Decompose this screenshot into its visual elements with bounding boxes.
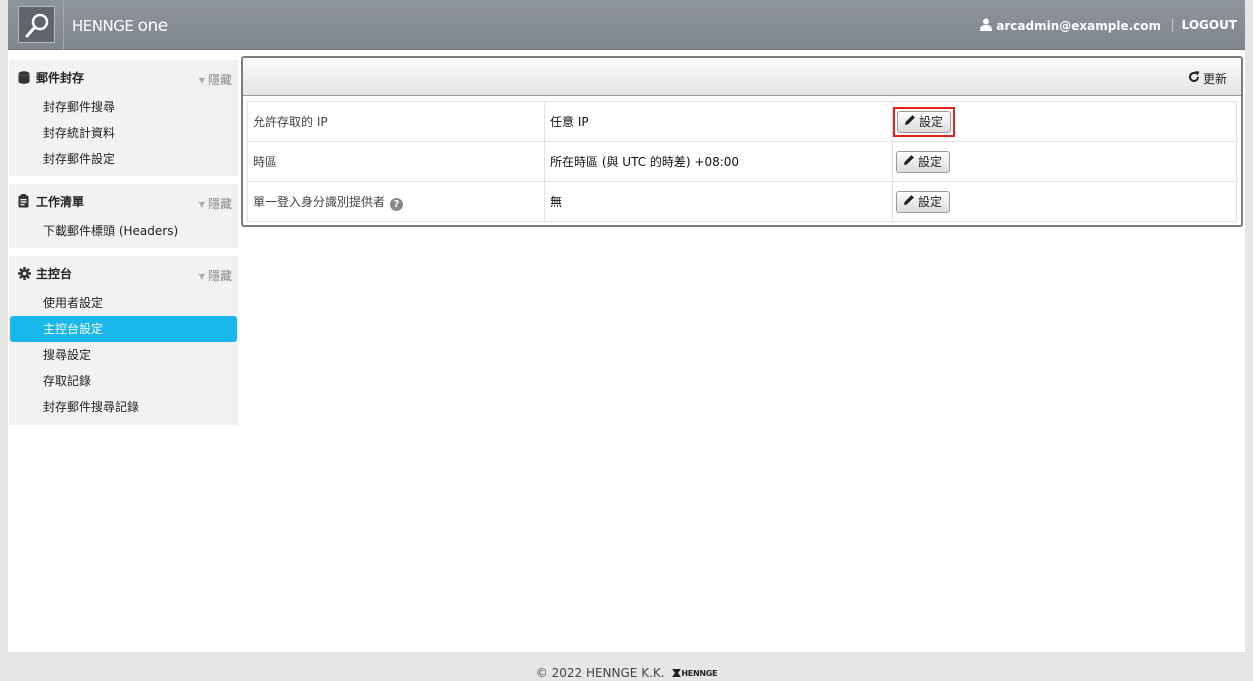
brand-logo: HENNGE one — [72, 16, 168, 36]
brand-suffix: one — [137, 16, 169, 36]
settings-panel: 更新 允許存取的 IP 任意 IP 設定 時區 所在時區 (與 UTC 的時差)… — [241, 56, 1243, 227]
sidebar-item-download-headers[interactable]: 下載郵件標頭 (Headers) — [10, 218, 237, 244]
footer-logo-text: HENNGE — [681, 669, 718, 678]
triangle-down-icon: ▼ — [198, 272, 205, 281]
triangle-down-icon: ▼ — [198, 76, 205, 85]
sso-settings-button[interactable]: 設定 — [896, 190, 951, 213]
table-row: 單一登入身分識別提供者? 無 設定 — [247, 181, 1237, 222]
refresh-label: 更新 — [1202, 72, 1227, 86]
gear-icon — [18, 266, 32, 280]
help-icon[interactable]: ? — [390, 197, 404, 211]
row-value: 任意 IP — [544, 101, 893, 142]
settings-table: 允許存取的 IP 任意 IP 設定 時區 所在時區 (與 UTC 的時差) +0… — [247, 101, 1237, 222]
sidebar-item-archive-search-log[interactable]: 封存郵件搜尋記錄 — [10, 394, 237, 420]
copyright-text: © 2022 HENNGE K.K. — [535, 666, 665, 680]
timezone-settings-button[interactable]: 設定 — [896, 150, 951, 173]
sidebar-item-search-settings[interactable]: 搜尋設定 — [10, 342, 237, 368]
sidebar-item-console-settings[interactable]: 主控台設定 — [10, 316, 237, 342]
button-label: 設定 — [919, 115, 944, 129]
header-divider — [1172, 19, 1173, 32]
search-logo-icon[interactable] — [18, 6, 55, 43]
hide-label: 隱藏 — [207, 269, 232, 283]
sidebar-section-header: 郵件封存 ▼ 隱藏 — [9, 60, 238, 94]
footer: © 2022 HENNGE K.K. HENNGE — [0, 666, 1253, 680]
sidebar-section-title: 郵件封存 — [36, 70, 85, 85]
row-label: 時區 — [247, 141, 545, 182]
sidebar-item-archive-search[interactable]: 封存郵件搜尋 — [10, 94, 237, 120]
row-action: 設定 — [892, 141, 1237, 182]
app-header: HENNGE one arcadmin@example.com LOGOUT — [8, 0, 1245, 50]
highlight-box: 設定 — [893, 106, 956, 137]
header-separator — [63, 0, 64, 50]
hide-label: 隱藏 — [207, 197, 232, 211]
hide-toggle[interactable]: ▼ 隱藏 — [199, 71, 232, 88]
sidebar-section-console: 主控台 ▼ 隱藏 使用者設定 主控台設定 搜尋設定 存取記錄 封存郵件搜尋記錄 — [9, 256, 238, 425]
pencil-icon — [904, 114, 916, 129]
sidebar-section-tasks: 工作清單 ▼ 隱藏 下載郵件標頭 (Headers) — [9, 184, 238, 248]
table-row: 允許存取的 IP 任意 IP 設定 — [247, 101, 1237, 142]
sidebar-section-title: 工作清單 — [36, 194, 85, 209]
allowed-ip-settings-button[interactable]: 設定 — [897, 110, 952, 133]
sidebar-section-header: 主控台 ▼ 隱藏 — [9, 256, 238, 290]
button-label: 設定 — [918, 155, 943, 169]
row-label-text: 單一登入身分識別提供者 — [253, 194, 386, 209]
hide-toggle[interactable]: ▼ 隱藏 — [199, 195, 232, 212]
user-menu[interactable]: arcadmin@example.com — [980, 18, 1161, 34]
triangle-down-icon: ▼ — [198, 200, 205, 209]
table-row: 時區 所在時區 (與 UTC 的時差) +08:00 設定 — [247, 141, 1237, 182]
user-icon — [980, 18, 993, 34]
refresh-button[interactable]: 更新 — [1188, 70, 1227, 87]
row-action: 設定 — [892, 101, 1237, 142]
database-icon — [18, 70, 32, 84]
sidebar-item-user-settings[interactable]: 使用者設定 — [10, 290, 237, 316]
row-label: 允許存取的 IP — [247, 101, 545, 142]
sidebar-section-title: 主控台 — [36, 266, 73, 281]
sidebar-section-header: 工作清單 ▼ 隱藏 — [9, 184, 238, 218]
user-email: arcadmin@example.com — [996, 19, 1161, 33]
logout-link[interactable]: LOGOUT — [1182, 18, 1237, 32]
pencil-icon — [903, 194, 915, 209]
sidebar-item-archive-stats[interactable]: 封存統計資料 — [10, 120, 237, 146]
brand-name: HENNGE — [72, 17, 138, 35]
row-action: 設定 — [892, 181, 1237, 222]
henngе-footer-logo: HENNGE — [672, 669, 718, 678]
sidebar-section-archive: 郵件封存 ▼ 隱藏 封存郵件搜尋 封存統計資料 封存郵件設定 — [9, 60, 238, 176]
button-label: 設定 — [918, 195, 943, 209]
clipboard-icon — [18, 194, 32, 208]
row-value: 所在時區 (與 UTC 的時差) +08:00 — [544, 141, 893, 182]
row-value: 無 — [544, 181, 893, 222]
refresh-icon — [1188, 71, 1200, 86]
row-label: 單一登入身分識別提供者? — [247, 181, 545, 222]
panel-toolbar: 更新 — [243, 58, 1241, 96]
sidebar-item-archive-settings[interactable]: 封存郵件設定 — [10, 146, 237, 172]
sidebar-item-access-log[interactable]: 存取記錄 — [10, 368, 237, 394]
hide-toggle[interactable]: ▼ 隱藏 — [199, 267, 232, 284]
pencil-icon — [903, 154, 915, 169]
hide-label: 隱藏 — [207, 73, 232, 87]
